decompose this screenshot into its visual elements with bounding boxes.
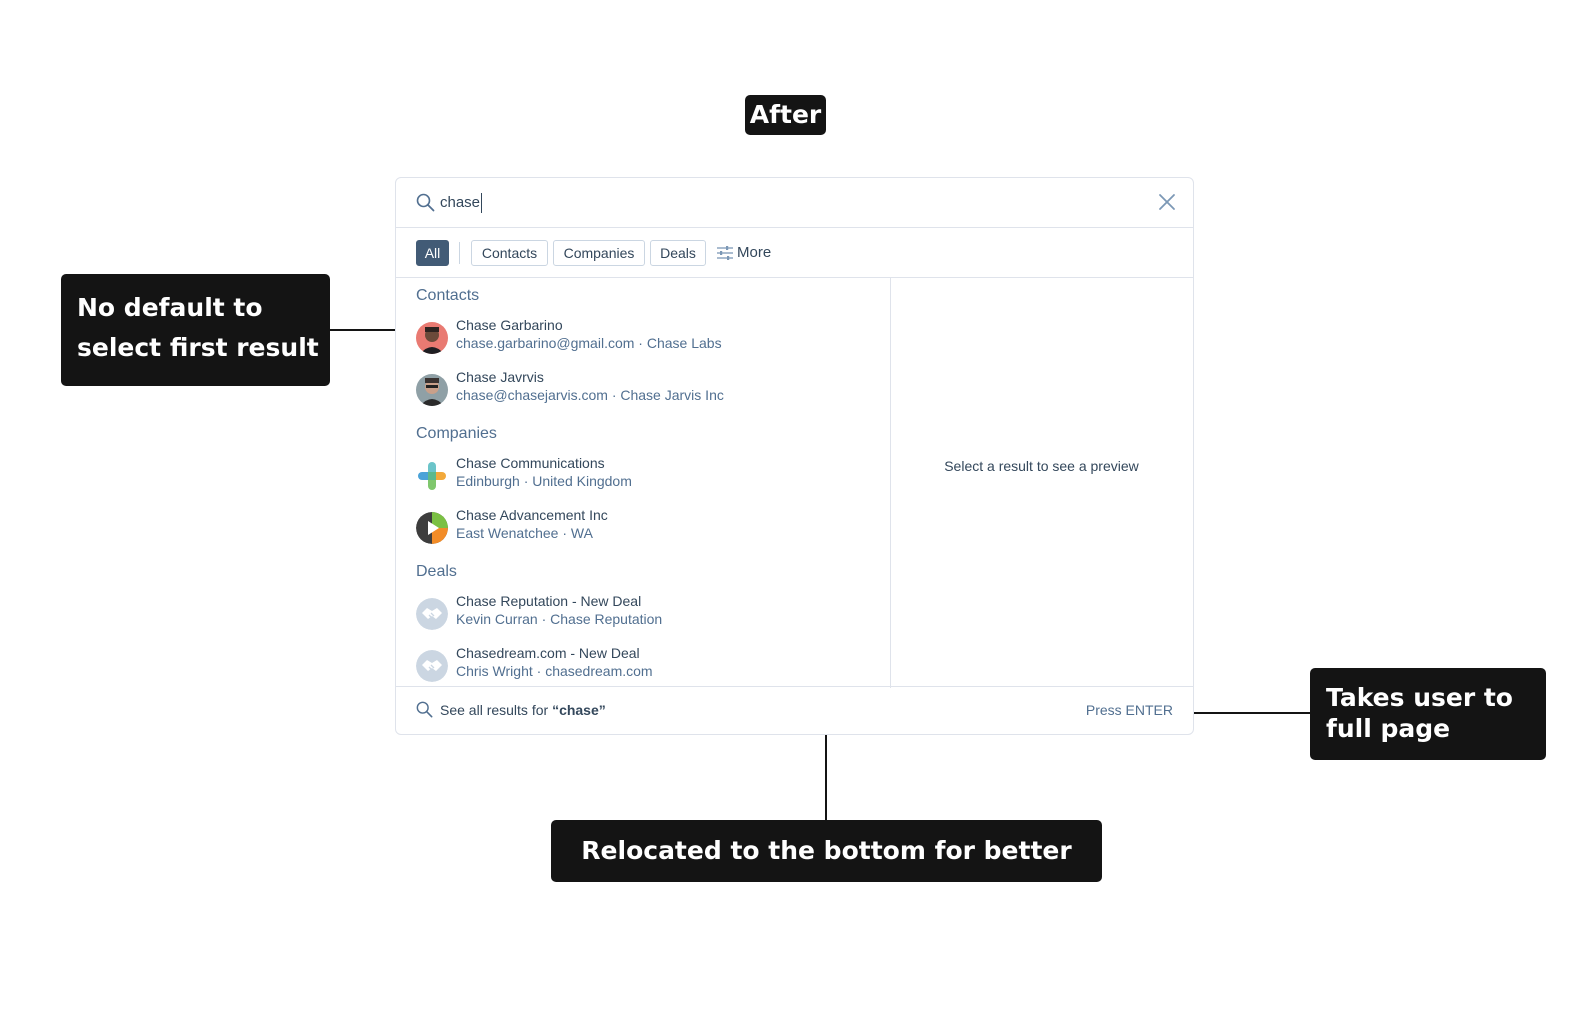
see-all-prefix: See all results for bbox=[440, 702, 553, 718]
search-bar: chase bbox=[396, 178, 1193, 228]
results-list: Contacts Chase Garbarino chase.garbarino… bbox=[396, 278, 891, 688]
result-subtitle: Edinburgh · United Kingdom bbox=[456, 473, 632, 489]
filter-chip-contacts[interactable]: Contacts bbox=[471, 240, 548, 266]
contact-avatar bbox=[416, 374, 448, 406]
filter-chip-companies[interactable]: Companies bbox=[553, 240, 645, 266]
search-input[interactable]: chase bbox=[440, 193, 483, 213]
result-deal-chasedream[interactable]: Chasedream.com - New Deal Chris Wright ·… bbox=[406, 644, 880, 690]
contact-avatar bbox=[416, 322, 448, 354]
sliders-icon bbox=[717, 246, 733, 260]
filter-divider bbox=[459, 242, 460, 264]
section-title-deals: Deals bbox=[416, 563, 457, 580]
result-subtitle: Kevin Curran · Chase Reputation bbox=[456, 611, 663, 627]
global-search-panel: chase All Contacts Companies Deals More bbox=[395, 177, 1194, 735]
company-logo-icon bbox=[416, 460, 448, 492]
search-icon bbox=[416, 193, 435, 212]
result-subtitle: East Wenatchee · WA bbox=[456, 525, 593, 541]
handshake-icon bbox=[416, 598, 448, 630]
result-subtitle: chase@chasejarvis.com · Chase Jarvis Inc bbox=[456, 387, 724, 403]
preview-empty-text: Select a result to see a preview bbox=[944, 458, 1139, 474]
company-logo-icon bbox=[416, 512, 448, 544]
close-icon[interactable] bbox=[1158, 193, 1176, 211]
result-deal-chase-reputation[interactable]: Chase Reputation - New Deal Kevin Curran… bbox=[406, 592, 880, 638]
filter-chip-deals[interactable]: Deals bbox=[650, 240, 706, 266]
annotation-relocated: Relocated to the bottom for better visib… bbox=[551, 820, 1102, 927]
result-company-chase-communications[interactable]: Chase Communications Edinburgh · United … bbox=[406, 454, 880, 500]
press-enter-hint: Press ENTER bbox=[1085, 702, 1173, 718]
result-contact-chase-garbarino[interactable]: Chase Garbarino chase.garbarino@gmail.co… bbox=[406, 316, 880, 362]
result-subtitle: Chris Wright · chasedream.com bbox=[456, 663, 653, 679]
result-name: Chase Communications bbox=[456, 455, 605, 471]
section-title-contacts: Contacts bbox=[416, 287, 480, 304]
more-filters-button[interactable]: More bbox=[717, 240, 771, 266]
result-name: Chase Garbarino bbox=[456, 317, 563, 333]
result-contact-chase-javrvis[interactable]: Chase Javrvis chase@chasejarvis.com · Ch… bbox=[406, 368, 880, 414]
result-name: Chase Advancement Inc bbox=[456, 507, 608, 523]
result-name: Chase Javrvis bbox=[456, 369, 544, 385]
annotation-full-page: Takes user to full page bbox=[1310, 668, 1546, 760]
section-title-companies: Companies bbox=[416, 425, 497, 442]
handshake-icon bbox=[416, 650, 448, 682]
result-name: Chasedream.com - New Deal bbox=[456, 645, 640, 661]
search-footer: See all results for “chase” Press ENTER bbox=[396, 686, 1193, 734]
filter-bar: All Contacts Companies Deals More bbox=[396, 227, 1193, 278]
result-company-chase-advancement[interactable]: Chase Advancement Inc East Wenatchee · W… bbox=[406, 506, 880, 552]
result-subtitle: chase.garbarino@gmail.com · Chase Labs bbox=[456, 335, 722, 351]
filter-chip-all[interactable]: All bbox=[416, 240, 449, 266]
annotation-no-default: No default to select first result bbox=[61, 274, 330, 386]
search-icon bbox=[416, 701, 433, 718]
see-all-results-link[interactable]: See all results for “chase” bbox=[416, 700, 606, 720]
more-filters-label: More bbox=[737, 244, 772, 261]
after-label: After bbox=[745, 95, 826, 135]
see-all-query: “chase” bbox=[552, 702, 606, 718]
result-name: Chase Reputation - New Deal bbox=[456, 593, 642, 609]
